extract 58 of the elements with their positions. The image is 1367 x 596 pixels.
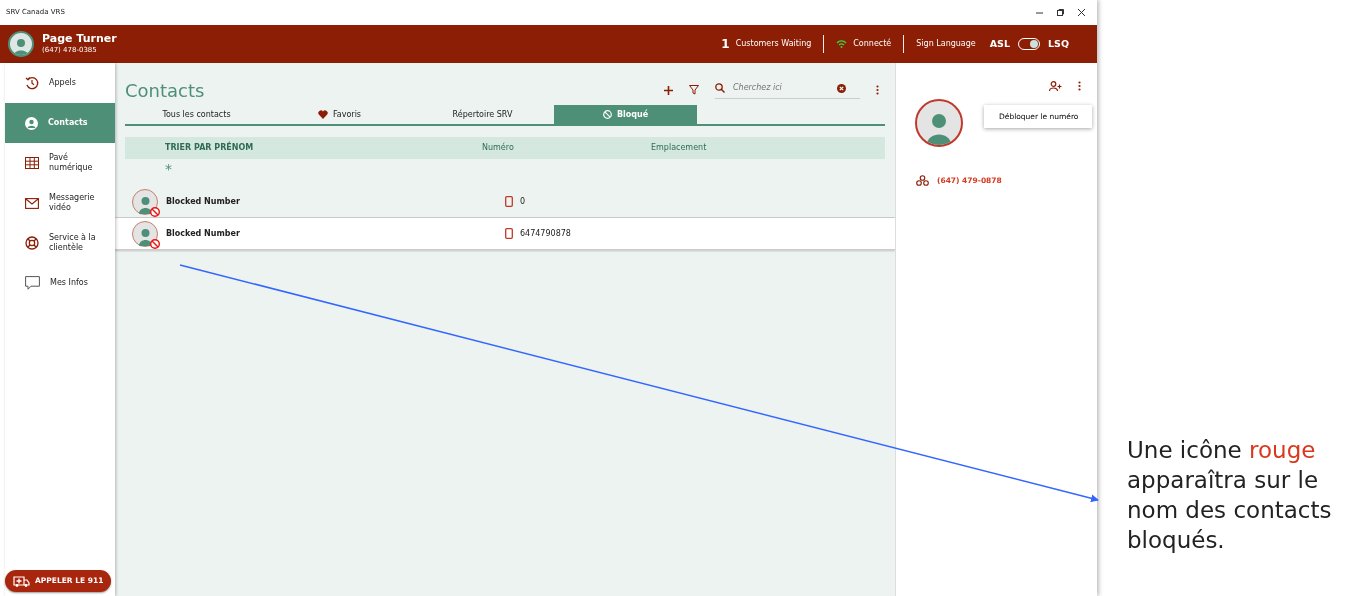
group-letter: * bbox=[165, 160, 172, 179]
blocked-icon bbox=[150, 238, 160, 249]
relay-icon bbox=[916, 175, 929, 187]
sidebar-item[interactable]: Messagerie vidéo bbox=[5, 183, 115, 223]
contact-number: 0 bbox=[520, 195, 526, 208]
sidebar-item[interactable]: Contacts bbox=[5, 103, 115, 143]
toggle-label: ASL bbox=[989, 36, 1010, 51]
person-icon bbox=[137, 194, 153, 214]
filter-icon[interactable] bbox=[689, 85, 699, 95]
search-field[interactable]: Cherchez ici bbox=[731, 81, 831, 95]
connection-status: Connecté bbox=[853, 38, 892, 50]
search-icon bbox=[715, 83, 725, 93]
chat-icon bbox=[25, 276, 40, 290]
user-avatar[interactable] bbox=[8, 31, 34, 57]
more-icon[interactable] bbox=[876, 85, 879, 95]
column-header: Emplacement bbox=[651, 142, 708, 154]
restore-icon[interactable] bbox=[1057, 9, 1064, 16]
contact-name: Blocked Number bbox=[166, 227, 241, 240]
contact-avatar bbox=[915, 99, 963, 147]
minimize-icon[interactable] bbox=[1036, 9, 1043, 16]
tab[interactable]: Favoris bbox=[268, 105, 411, 124]
contact-name: Blocked Number bbox=[166, 195, 241, 208]
wifi-icon bbox=[836, 40, 848, 48]
person-icon bbox=[25, 116, 38, 130]
lifebuoy-icon bbox=[25, 236, 39, 250]
blocked-icon bbox=[150, 206, 160, 217]
history-icon bbox=[25, 76, 39, 90]
sign-language-label: Sign Language bbox=[916, 38, 976, 50]
blocked-icon bbox=[602, 110, 612, 119]
waiting-label: Customers Waiting bbox=[735, 38, 812, 50]
add-icon[interactable] bbox=[664, 85, 673, 95]
annotation-text: Une icône rouge apparaîtra sur le nom des contacts bloqués. bbox=[1127, 436, 1333, 555]
toggle-label: LSQ bbox=[1048, 36, 1069, 51]
column-header: Numéro bbox=[482, 142, 515, 154]
contact-number: 6474790878 bbox=[520, 227, 571, 240]
add-contact-icon[interactable] bbox=[1049, 81, 1062, 91]
keypad-icon bbox=[25, 157, 39, 169]
tab[interactable]: Bloqué bbox=[554, 105, 697, 124]
heart-icon bbox=[317, 110, 328, 119]
tab[interactable]: Répertoire SRV bbox=[411, 105, 554, 124]
mobile-phone-icon bbox=[505, 228, 513, 239]
sidebar-item[interactable]: Mes Infos bbox=[5, 263, 115, 303]
close-icon[interactable] bbox=[1078, 9, 1085, 16]
clear-icon[interactable] bbox=[837, 83, 846, 93]
user-name: Page Turner bbox=[42, 32, 117, 45]
mobile-phone-icon bbox=[505, 196, 513, 207]
waiting-count: 1 bbox=[721, 36, 730, 53]
envelope-icon bbox=[25, 197, 39, 209]
column-header[interactable]: TRIER PAR PRÉNOM bbox=[165, 142, 482, 154]
sidebar-item[interactable]: Appels bbox=[5, 63, 115, 103]
person-icon bbox=[137, 226, 153, 246]
page-title: Contacts bbox=[125, 78, 205, 103]
tab[interactable]: Tous les contacts bbox=[125, 105, 268, 124]
sidebar-item[interactable]: Pavé numérique bbox=[5, 143, 115, 183]
contact-row[interactable]: Blocked Number 6474790878 bbox=[115, 218, 895, 250]
more-icon[interactable] bbox=[1078, 81, 1081, 91]
ambulance-icon bbox=[13, 575, 30, 587]
sidebar-item[interactable]: Service à la clientèle bbox=[5, 223, 115, 263]
